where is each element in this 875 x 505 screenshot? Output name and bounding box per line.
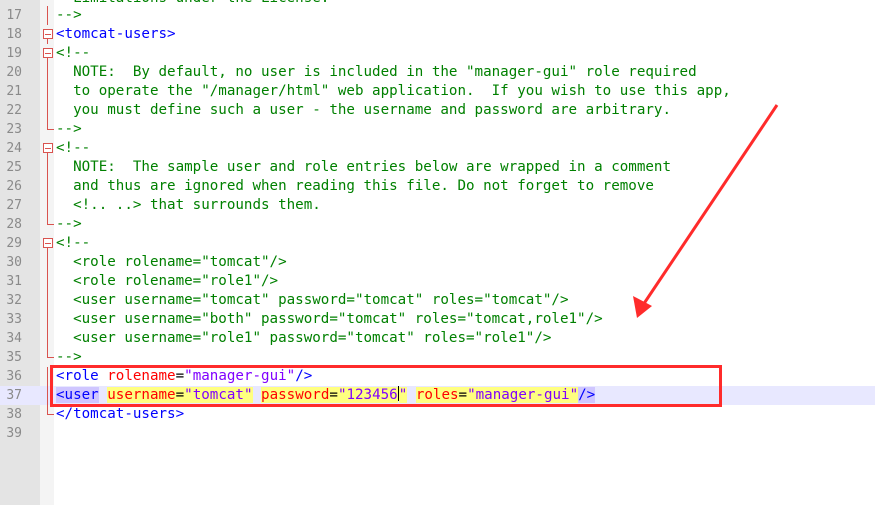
fold-marker (42, 63, 54, 82)
code-text: NOTE: The sample user and role entries b… (56, 159, 671, 175)
code-text: and thus are ignored when reading this f… (56, 178, 654, 194)
line-number: 20 (6, 65, 22, 80)
line-number: 39 (6, 426, 22, 441)
line-number: 17 (6, 8, 22, 23)
code-line-33[interactable]: 33 <user username="both" password="tomca… (0, 310, 875, 329)
fold-toggle-icon[interactable] (42, 234, 54, 253)
line-number: 18 (6, 27, 22, 42)
fold-marker (42, 215, 54, 234)
line-number: 28 (6, 217, 22, 232)
code-text: <!-- (56, 140, 91, 156)
code-line-24[interactable]: 24 <!-- (0, 139, 875, 158)
code-line-23[interactable]: 23 --> (0, 120, 875, 139)
fold-marker (42, 405, 54, 424)
code-line-32[interactable]: 32 <user username="tomcat" password="tom… (0, 291, 875, 310)
code-line-27[interactable]: 27 <!.. ..> that surrounds them. (0, 196, 875, 215)
code-text: <user username="tomcat" password="tomcat… (56, 292, 569, 308)
fold-toggle-icon[interactable] (42, 44, 54, 63)
fold-marker (42, 158, 54, 177)
code-line-17[interactable]: 17 --> (0, 6, 875, 25)
fold-marker (42, 253, 54, 272)
fold-marker (42, 120, 54, 139)
code-text: NOTE: By default, no user is included in… (56, 64, 697, 80)
fold-marker (42, 329, 54, 348)
code-text: <!.. ..> that surrounds them. (56, 197, 321, 213)
code-line-20[interactable]: 20 NOTE: By default, no user is included… (0, 63, 875, 82)
code-line-25[interactable]: 25 NOTE: The sample user and role entrie… (0, 158, 875, 177)
line-number: 24 (6, 141, 22, 156)
code-editor[interactable]: Limitations under the License. 17-->18<t… (0, 0, 875, 505)
code-text: <!-- (56, 235, 91, 251)
code-text: you must define such a user - the userna… (56, 102, 671, 118)
fold-marker (42, 196, 54, 215)
line-number: 37 (6, 388, 22, 403)
fold-toggle-icon[interactable] (42, 25, 54, 44)
line-number: 19 (6, 46, 22, 61)
line-number: 35 (6, 350, 22, 365)
line-number: 26 (6, 179, 22, 194)
code-line-28[interactable]: 28 --> (0, 215, 875, 234)
line-number: 29 (6, 236, 22, 251)
line-number: 32 (6, 293, 22, 308)
code-text: <tomcat-users> (56, 26, 176, 42)
line-number: 21 (6, 84, 22, 99)
line-number: 31 (6, 274, 22, 289)
line-number: 33 (6, 312, 22, 327)
fold-toggle-icon[interactable] (42, 139, 54, 158)
code-text: --> (56, 7, 82, 23)
line-number: 22 (6, 103, 22, 118)
fold-marker (42, 177, 54, 196)
line-number: 38 (6, 407, 22, 422)
line-number: 27 (6, 198, 22, 213)
annotation-highlight-box (50, 365, 722, 407)
code-line-39[interactable]: 39 (0, 424, 875, 443)
code-text: --> (56, 121, 82, 137)
line-number: 30 (6, 255, 22, 270)
code-line-34[interactable]: 34 <user username="role1" password="tomc… (0, 329, 875, 348)
code-text: to operate the "/manager/html" web appli… (56, 83, 731, 99)
code-text: <user username="both" password="tomcat" … (56, 311, 603, 327)
code-line-30[interactable]: 30 <role rolename="tomcat"/> (0, 253, 875, 272)
code-text: </tomcat-users> (56, 406, 185, 422)
fold-marker (42, 291, 54, 310)
fold-marker (42, 6, 54, 25)
code-text: --> (56, 216, 82, 232)
code-text: <role rolename="role1"/> (56, 273, 279, 289)
fold-marker (42, 82, 54, 101)
line-number: 36 (6, 369, 22, 384)
code-line-29[interactable]: 29 <!-- (0, 234, 875, 253)
code-line-21[interactable]: 21 to operate the "/manager/html" web ap… (0, 82, 875, 101)
code-line-19[interactable]: 19 <!-- (0, 44, 875, 63)
code-line-38[interactable]: 38 </tomcat-users> (0, 405, 875, 424)
line-number: 34 (6, 331, 22, 346)
fold-marker (42, 310, 54, 329)
fold-marker (42, 424, 54, 443)
code-line-22[interactable]: 22 you must define such a user - the use… (0, 101, 875, 120)
line-number: 25 (6, 160, 22, 175)
fold-marker (42, 101, 54, 120)
code-line-26[interactable]: 26 and thus are ignored when reading thi… (0, 177, 875, 196)
code-text: <user username="role1" password="tomcat"… (56, 330, 552, 346)
code-line-31[interactable]: 31 <role rolename="role1"/> (0, 272, 875, 291)
code-text: <role rolename="tomcat"/> (56, 254, 287, 270)
code-line-18[interactable]: 18 <tomcat-users> (0, 25, 875, 44)
fold-marker (42, 272, 54, 291)
code-text: <!-- (56, 45, 91, 61)
line-number: 23 (6, 122, 22, 137)
